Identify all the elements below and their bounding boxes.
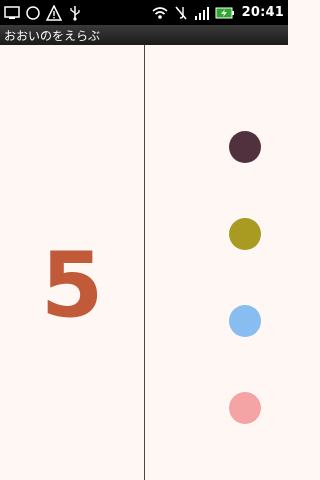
signal-icon (194, 5, 210, 21)
warning-icon (46, 4, 62, 21)
status-left-icons (4, 4, 83, 21)
usb-icon (67, 5, 83, 21)
app-title: おおいのをえらぶ (4, 28, 101, 43)
dot[interactable] (229, 392, 261, 424)
app-title-bar: おおいのをえらぶ (0, 25, 288, 45)
status-time: 20:41 (241, 5, 284, 20)
circle-icon (25, 5, 41, 21)
center-divider (144, 45, 145, 480)
game-area: 5 (0, 45, 288, 480)
dot[interactable] (229, 131, 261, 163)
status-bar: 20:41 (0, 0, 288, 25)
dot[interactable] (229, 305, 261, 337)
dot[interactable] (229, 218, 261, 250)
screen-icon (4, 5, 20, 21)
wifi-icon (152, 5, 168, 21)
status-right-icons: 20:41 (152, 5, 284, 21)
number-choice[interactable]: 5 (0, 241, 144, 331)
vibrate-icon (173, 5, 189, 21)
battery-charging-icon (215, 5, 235, 21)
